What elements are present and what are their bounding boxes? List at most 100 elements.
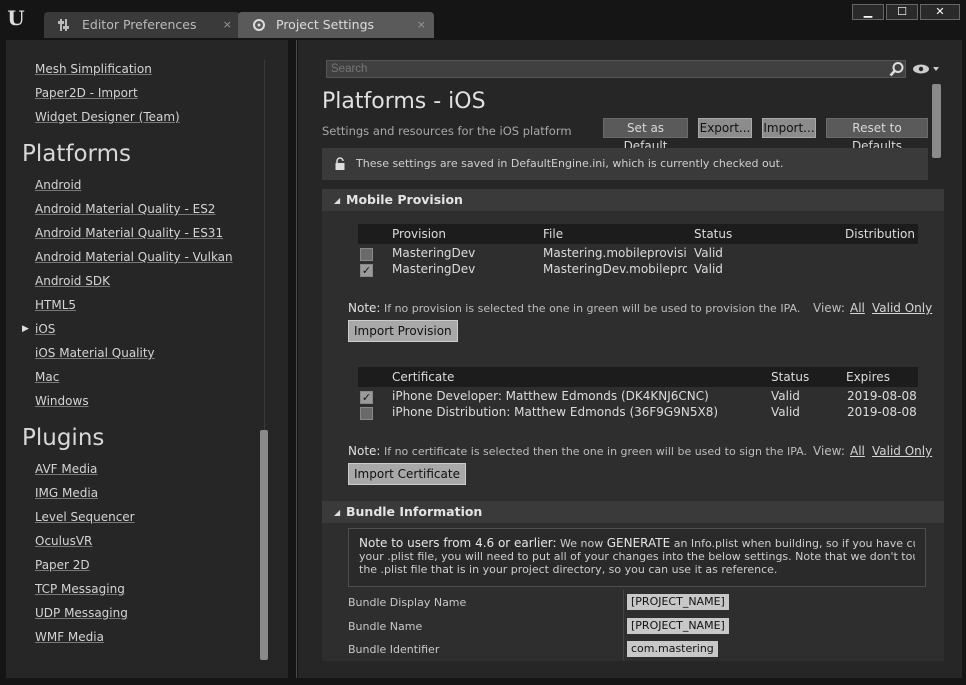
column-header[interactable]: File [543, 224, 563, 244]
column-header[interactable]: Certificate [392, 367, 454, 387]
sidebar-item-android-mq-es2[interactable]: Android Material Quality - ES2 [35, 202, 215, 216]
sidebar-item-windows[interactable]: Windows [35, 394, 89, 408]
category-label: Bundle Information [346, 504, 483, 519]
sidebar-item-tcp-messaging[interactable]: TCP Messaging [35, 582, 125, 596]
sidebar-item-wmf-media[interactable]: WMF Media [35, 630, 104, 644]
view-label: View: [813, 444, 845, 458]
category-mobile-provision[interactable]: Mobile Provision [322, 189, 944, 211]
panel-splitter[interactable] [296, 40, 297, 678]
import-provision-button[interactable]: Import Provision [348, 320, 458, 342]
column-header[interactable]: Expires [846, 367, 890, 387]
close-button[interactable]: ✕ [920, 4, 960, 20]
note-label: Note: [348, 301, 381, 315]
sidebar-item-android-sdk[interactable]: Android SDK [35, 274, 110, 288]
unlocked-icon [335, 157, 345, 170]
tab-label: Editor Preferences [82, 17, 197, 32]
bundle-note-generate: GENERATE [606, 537, 671, 550]
certificate-name: iPhone Developer: Matthew Edmonds (DK4KN… [392, 389, 709, 403]
close-icon[interactable]: × [223, 12, 232, 38]
sidebar-item-android-mq-vulkan[interactable]: Android Material Quality - Vulkan [35, 250, 233, 264]
bundle-note-mid: We now [556, 537, 607, 550]
column-header[interactable]: Status [771, 367, 809, 387]
sidebar-item-android-mq-es31[interactable]: Android Material Quality - ES31 [35, 226, 223, 240]
bundle-name-field[interactable]: [PROJECT_NAME] [627, 618, 729, 634]
certificate-name: iPhone Distribution: Matthew Edmonds (36… [392, 405, 719, 419]
bundle-note-line-1: Note to users from 4.6 or earlier: We no… [359, 537, 915, 550]
config-notice: These settings are saved in DefaultEngin… [322, 148, 928, 180]
unreal-logo-icon: U [7, 6, 25, 30]
provision-table-header: Provision File Status Distribution [358, 224, 918, 244]
certificate-checkbox[interactable]: ✓ [360, 391, 373, 404]
certificate-expires: 2019-08-08 [847, 405, 917, 419]
section-title-platforms: Platforms [22, 141, 131, 167]
certificate-checkbox[interactable] [360, 407, 373, 420]
minimize-button[interactable]: ▁ [852, 4, 884, 20]
view-all-link[interactable]: All [850, 444, 865, 458]
sidebar-item-mesh-simplification[interactable]: Mesh Simplification [35, 62, 152, 76]
sidebar-item-udp-messaging[interactable]: UDP Messaging [35, 606, 128, 620]
property-label-bundle-display-name: Bundle Display Name [348, 596, 467, 609]
category-bundle-information[interactable]: Bundle Information [322, 501, 944, 523]
sidebar-item-html5[interactable]: HTML5 [35, 298, 76, 312]
view-valid-only-link[interactable]: Valid Only [872, 301, 932, 315]
bundle-note-line-3: the .plist file that is in your project … [359, 563, 778, 576]
close-icon[interactable]: × [417, 12, 426, 38]
certificate-status: Valid [771, 389, 800, 403]
bundle-display-name-field[interactable]: [PROJECT_NAME] [627, 594, 729, 610]
eye-visibility-icon[interactable] [912, 63, 940, 75]
sidebar-item-oculusvr[interactable]: OculusVR [35, 534, 92, 548]
column-header[interactable]: Provision [392, 224, 446, 244]
reset-to-defaults-button[interactable]: Reset to Defaults [826, 118, 928, 153]
page-subtitle: Settings and resources for the iOS platf… [322, 124, 572, 138]
collapse-arrow-icon[interactable]: ◢ [334, 196, 340, 205]
import-button[interactable]: Import... [762, 118, 816, 138]
property-column-divider[interactable] [623, 590, 624, 660]
tab-project-settings[interactable]: Project Settings × [238, 12, 434, 38]
title-bar: U Editor Preferences × Project Settings … [0, 0, 966, 40]
column-header[interactable]: Distribution [845, 224, 915, 244]
section-title-plugins: Plugins [22, 425, 105, 451]
export-button[interactable]: Export... [698, 118, 752, 138]
sidebar-item-mac[interactable]: Mac [35, 370, 59, 384]
bundle-identifier-field[interactable]: com.mastering [627, 641, 718, 657]
sidebar-scroll-track [264, 60, 265, 430]
provision-status: Valid [694, 262, 723, 276]
collapse-arrow-icon[interactable]: ◢ [334, 508, 340, 517]
maximize-button[interactable]: ☐ [886, 4, 918, 20]
details-scrollbar[interactable] [932, 84, 941, 158]
sidebar-item-android[interactable]: Android [35, 178, 81, 192]
gear-icon [253, 19, 265, 31]
provision-file: MasteringDev.mobileprovision [543, 262, 687, 276]
property-label-bundle-name: Bundle Name [348, 620, 423, 633]
import-certificate-button[interactable]: Import Certificate [348, 463, 466, 485]
column-header[interactable]: Status [694, 224, 732, 244]
preferences-icon [58, 19, 69, 31]
certificate-status: Valid [771, 405, 800, 419]
sidebar-item-ios-material-quality[interactable]: iOS Material Quality [35, 346, 155, 360]
view-valid-only-link[interactable]: Valid Only [872, 444, 932, 458]
set-as-default-button[interactable]: Set as Default [603, 118, 688, 153]
sidebar-item-level-sequencer[interactable]: Level Sequencer [35, 510, 135, 524]
tab-label: Project Settings [276, 17, 375, 32]
sidebar-item-paper2d-import[interactable]: Paper2D - Import [35, 86, 138, 100]
provision-checkbox[interactable] [360, 248, 373, 261]
sidebar-item-ios[interactable]: iOS [35, 322, 55, 336]
sidebar-item-img-media[interactable]: IMG Media [35, 486, 98, 500]
tab-editor-preferences[interactable]: Editor Preferences × [44, 12, 240, 38]
bundle-note-rest: an Info.plist when building, so if you h… [673, 537, 915, 550]
provision-checkbox[interactable]: ✓ [360, 264, 373, 277]
provision-status: Valid [694, 246, 723, 260]
sidebar-item-widget-designer[interactable]: Widget Designer (Team) [35, 110, 180, 124]
bundle-note-line-2: your .plist file, you will need to put a… [359, 550, 915, 563]
provision-name: MasteringDev [392, 246, 476, 260]
note-text: If no certificate is selected then the o… [383, 445, 807, 458]
sidebar-item-avf-media[interactable]: AVF Media [35, 462, 97, 476]
view-all-link[interactable]: All [850, 301, 865, 315]
window-controls: ▁ ☐ ✕ [852, 4, 960, 20]
view-label: View: [813, 301, 845, 315]
search-input[interactable] [326, 60, 906, 78]
sidebar-item-paper-2d[interactable]: Paper 2D [35, 558, 90, 572]
search-icon[interactable] [889, 61, 905, 77]
selected-arrow-icon: ▶ [22, 324, 29, 334]
sidebar-scrollbar[interactable] [260, 430, 268, 660]
